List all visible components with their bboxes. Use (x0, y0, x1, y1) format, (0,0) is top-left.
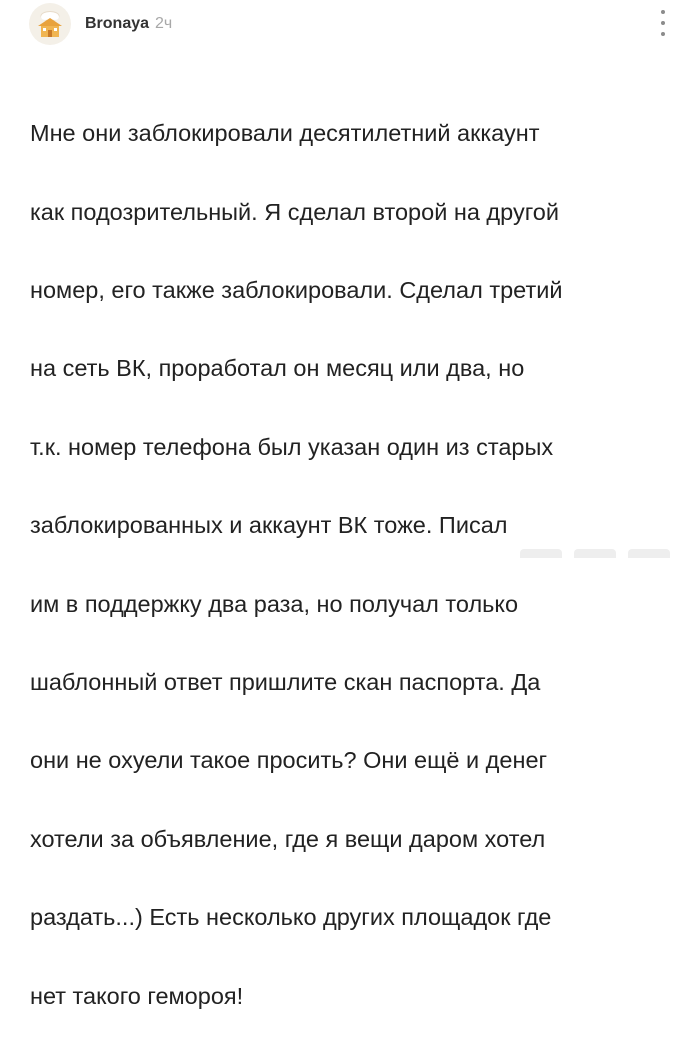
comment-line: на сеть ВК, проработал он месяц или два,… (30, 355, 525, 382)
comment-time: 2ч (155, 15, 173, 32)
comment-line: они не охуели такое просить? Они ещё и д… (30, 747, 548, 774)
comment-line: хотели за объявление, где я вещи даром х… (30, 825, 546, 852)
comment-line: им в поддержку два раза, но получал толь… (30, 590, 519, 617)
menu-dot (661, 10, 665, 14)
comment-line: нет такого гемороя! (30, 982, 244, 1009)
action-edge (574, 549, 616, 558)
comment-body: Мне они заблокировали десятилетний аккау… (30, 75, 680, 1055)
avatar[interactable] (29, 3, 71, 45)
avatar-house-icon (38, 11, 62, 37)
comment-line: Мне они заблокировали десятилетний аккау… (30, 120, 540, 147)
comment-line: как подозрительный. Я сделал второй на д… (30, 198, 559, 225)
action-edge (520, 549, 562, 558)
more-vertical-icon[interactable] (655, 10, 671, 36)
comment-header: Bronaya 2ч (29, 2, 172, 46)
comment-card: Bronaya 2ч Мне они заблокировали десятил… (0, 0, 700, 1009)
comment-actions-edge (520, 549, 670, 558)
username[interactable]: Bronaya (85, 15, 149, 33)
comment-line: раздать...) Есть несколько других площад… (30, 904, 552, 931)
comment-line: шаблонный ответ пришлите скан паспорта. … (30, 669, 541, 696)
comment-line: т.к. номер телефона был указан один из с… (30, 433, 554, 460)
comment-line: номер, его также заблокировали. Сделал т… (30, 277, 563, 304)
comment-line: заблокированных и аккаунт ВК тоже. Писал (30, 512, 508, 539)
menu-dot (661, 21, 665, 25)
menu-dot (661, 32, 665, 36)
action-edge (628, 549, 670, 558)
